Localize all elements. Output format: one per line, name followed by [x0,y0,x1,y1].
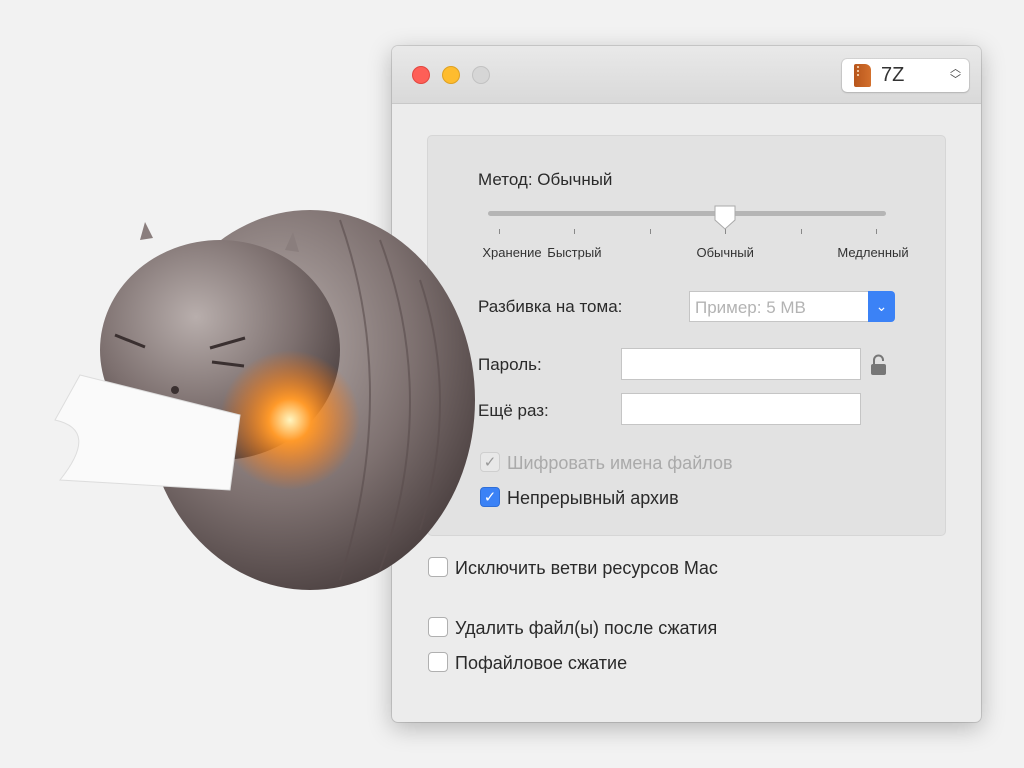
delete-after-checkbox[interactable] [428,617,448,637]
password-input[interactable] [621,348,861,380]
password-label: Пароль: [478,355,542,374]
slider-thumb[interactable] [712,204,738,230]
slider-tick [800,229,802,234]
encrypt-names-checkbox[interactable]: ✓ [480,452,500,472]
repeat-password-input[interactable] [621,393,861,425]
slider-tick-label: Хранение [482,245,542,260]
split-volume-input[interactable]: Пример: 5 MB [689,291,869,322]
slider-tick [574,229,576,234]
zoom-button[interactable] [472,66,490,84]
split-dropdown-button[interactable]: ⌄ [868,291,895,322]
format-select[interactable]: 7Z ︿ ﹀ [842,59,969,92]
lock-open-icon[interactable] [870,354,887,376]
exclude-mac-forks-label: Исключить ветви ресурсов Mac [455,558,718,578]
solid-archive-checkbox[interactable]: ✓ [480,487,500,507]
split-label: Разбивка на тома: [478,297,623,316]
format-value: 7Z [881,64,905,86]
slider-tick [876,229,877,234]
per-file-checkbox[interactable] [428,652,448,672]
method-slider[interactable] [488,211,886,216]
close-button[interactable] [412,66,430,84]
slider-tick-label: Быстрый [547,245,602,260]
slider-tick [649,229,651,234]
minimize-button[interactable] [442,66,460,84]
compression-group [427,135,946,536]
repeat-label: Ещё раз: [478,401,549,420]
method-label: Метод: Обычный [478,170,613,189]
slider-tick [499,229,500,234]
chevron-up-down-icon: ︿ ﹀ [950,63,961,86]
delete-after-label: Удалить файл(ы) после сжатия [455,618,718,638]
archive-zip-icon [854,64,871,87]
slider-tick-label: Медленный [837,245,909,260]
encrypt-names-label: Шифровать имена файлов [507,453,733,473]
title-bar: 7Z ︿ ﹀ [392,46,981,104]
compression-settings-window: 7Z ︿ ﹀ Метод: Обычный Хранение Быстрый Обыч… [392,46,981,722]
slider-tick-label: Обычный [696,245,754,260]
mascot-illustration [54,210,475,590]
per-file-label: Пофайловое сжатие [455,653,628,673]
solid-archive-label: Непрерывный архив [507,488,679,508]
